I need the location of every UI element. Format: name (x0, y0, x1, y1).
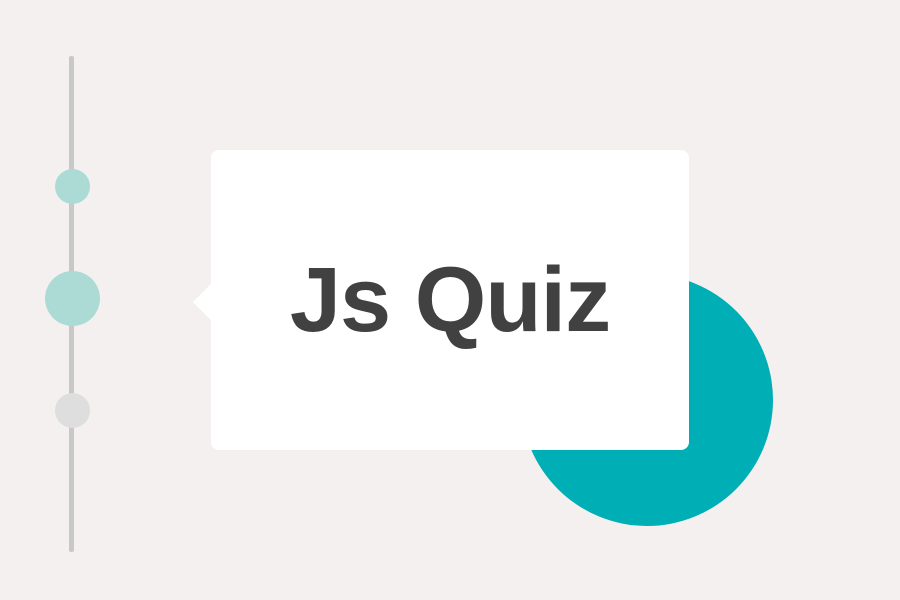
quiz-banner: Js Quiz (0, 0, 900, 600)
timeline-node-1 (55, 169, 90, 204)
timeline-node-2-current (45, 271, 100, 326)
page-title: Js Quiz (289, 249, 611, 351)
timeline-node-3 (55, 393, 90, 428)
callout-card: Js Quiz (211, 150, 689, 450)
title-callout: Js Quiz (193, 150, 689, 450)
